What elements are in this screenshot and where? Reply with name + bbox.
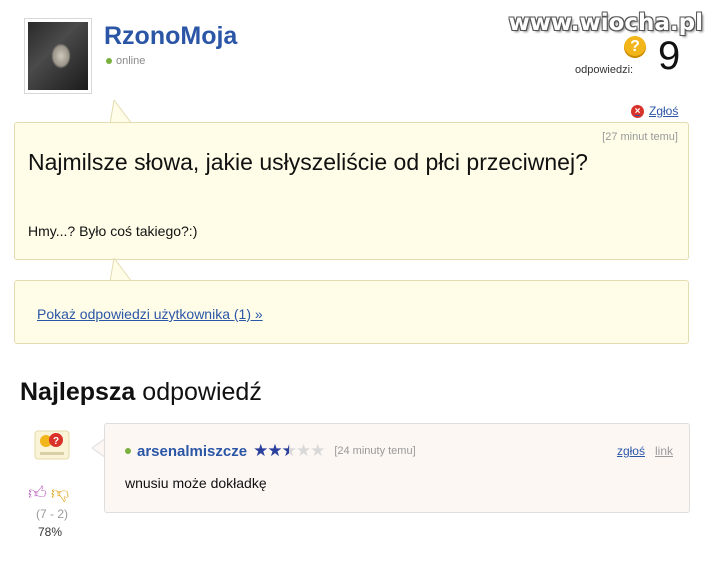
- best-answer-heading: Najlepsza odpowiedź: [20, 378, 262, 407]
- online-label: online: [116, 55, 146, 67]
- star-empty-icon: ★: [295, 441, 311, 460]
- username-link[interactable]: RzonoMoja: [104, 22, 237, 51]
- star-half-icon: ★★: [281, 441, 297, 461]
- report-label: Zgłoś: [649, 104, 679, 118]
- report-icon: ×: [631, 104, 644, 118]
- svg-text:?: ?: [53, 436, 59, 447]
- online-status: online: [106, 55, 145, 67]
- answers-label: odpowiedzi:: [575, 64, 634, 76]
- author-online-dot-icon: [125, 448, 131, 454]
- question-box: [27 minut temu] Najmilsze słowa, jakie u…: [14, 122, 689, 260]
- thumbs-up-icon[interactable]: 👍︎: [28, 482, 47, 504]
- vote-counts: (7 - 2): [36, 507, 69, 521]
- question-title: Najmilsze słowa, jakie usłyszeliście od …: [28, 149, 588, 175]
- question-bubble-tail: [109, 100, 133, 124]
- star-half-fill: ★: [282, 441, 289, 461]
- author-rating: ★★★★★★: [253, 441, 325, 461]
- thumbs-down-icon[interactable]: 👎︎: [51, 482, 69, 504]
- star-empty-icon: ★: [310, 441, 325, 460]
- answer-author-link[interactable]: arsenalmiszcze: [137, 443, 247, 460]
- question-timestamp: [27 minut temu]: [602, 131, 678, 143]
- answers-count: 9: [658, 34, 681, 78]
- show-user-answers-link[interactable]: Pokaż odpowiedzi użytkownika (1) »: [37, 306, 263, 322]
- best-answer-header: arsenalmiszcze ★★★★★★ [24 minuty temu]: [125, 441, 416, 461]
- star-full-icon: ★: [253, 441, 268, 460]
- vote-buttons: 👍︎ 👎︎: [28, 482, 69, 504]
- question-badge-icon: ?: [624, 36, 646, 58]
- answer-timestamp: [24 minuty temu]: [334, 445, 416, 457]
- question-body: Hmy...? Było coś takiego?:): [28, 223, 198, 239]
- vote-percent: 78%: [38, 525, 63, 539]
- report-question-link[interactable]: × Zgłoś: [631, 104, 678, 118]
- watermark: www.wiocha.pl: [508, 10, 703, 36]
- answer-permalink[interactable]: link: [655, 444, 673, 458]
- avatar[interactable]: [24, 18, 92, 94]
- best-answer-box: arsenalmiszcze ★★★★★★ [24 minuty temu] z…: [104, 423, 690, 513]
- avatar-image: [28, 22, 88, 90]
- best-answer-heading-bold: Najlepsza: [20, 378, 136, 406]
- user-answers-box: Pokaż odpowiedzi użytkownika (1) »: [14, 280, 689, 344]
- report-answer-link[interactable]: zgłoś: [617, 444, 645, 458]
- online-dot-icon: [106, 58, 112, 64]
- category-icon: ?: [34, 430, 70, 460]
- best-answer-heading-rest: odpowiedź: [135, 378, 262, 406]
- answers-bubble-tail: [109, 258, 133, 282]
- star-full-icon: ★: [267, 441, 282, 460]
- answer-actions: zgłoś link: [617, 444, 673, 458]
- answer-text: wnusiu może dokładkę: [125, 475, 267, 491]
